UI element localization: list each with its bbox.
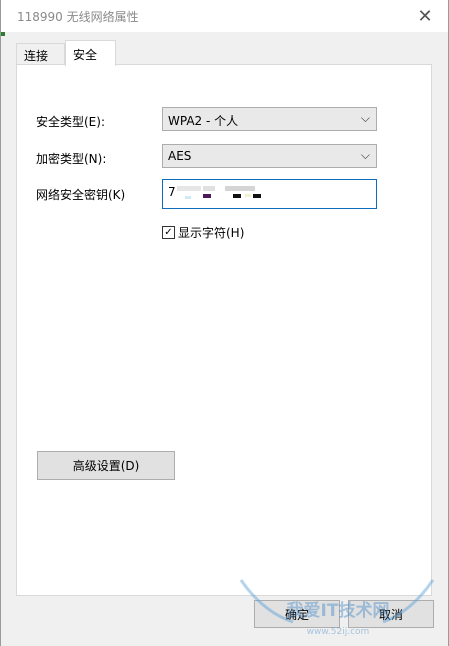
network-key-input[interactable]: 7 (162, 179, 377, 209)
masked-key-segment (245, 194, 251, 197)
show-characters-row[interactable]: ✓ 显示字符(H) (162, 224, 244, 241)
show-characters-checkbox[interactable]: ✓ (162, 226, 175, 239)
advanced-settings-button[interactable]: 高级设置(D) (37, 451, 175, 480)
close-button[interactable]: ✕ (402, 0, 448, 32)
security-type-label: 安全类型(E): (36, 115, 105, 129)
show-characters-label: 显示字符(H) (178, 226, 245, 240)
checkmark-icon: ✓ (164, 226, 173, 238)
encryption-type-select[interactable]: AES ⌵ (162, 144, 377, 168)
masked-key-segment (233, 194, 241, 198)
watermark-url: www.52ij.com (307, 627, 370, 637)
encryption-type-label: 加密类型(N): (36, 152, 107, 166)
network-key-label: 网络安全密钥(K) (36, 188, 126, 202)
tab-security[interactable]: 安全 (65, 40, 116, 66)
masked-key-segment (185, 196, 191, 199)
masked-key-segment (203, 194, 211, 198)
close-icon: ✕ (417, 5, 433, 27)
network-key-value: 7 (168, 185, 176, 199)
ok-button[interactable]: 确定 (254, 600, 340, 628)
masked-key-segment (225, 186, 255, 191)
chevron-down-icon: ⌵ (360, 111, 370, 125)
masked-key-segment (253, 194, 261, 198)
masked-key-segment (177, 186, 201, 191)
chevron-down-icon: ⌵ (360, 148, 370, 162)
cancel-button[interactable]: 取消 (348, 600, 434, 628)
title-bar: 118990 无线网络属性 ✕ (1, 0, 448, 32)
security-type-select[interactable]: WPA2 - 个人 ⌵ (162, 107, 377, 131)
security-panel: 安全类型(E): WPA2 - 个人 ⌵ 加密类型(N): AES ⌵ 网络安全… (16, 64, 432, 596)
security-type-value: WPA2 - 个人 (168, 114, 239, 128)
encryption-type-value: AES (168, 149, 192, 163)
window-title: 118990 无线网络属性 (17, 10, 139, 24)
masked-key-segment (203, 186, 215, 191)
tab-connection[interactable]: 连接 (16, 43, 65, 65)
properties-window: 118990 无线网络属性 ✕ 连接 安全 安全类型(E): WPA2 - 个人… (0, 0, 449, 646)
